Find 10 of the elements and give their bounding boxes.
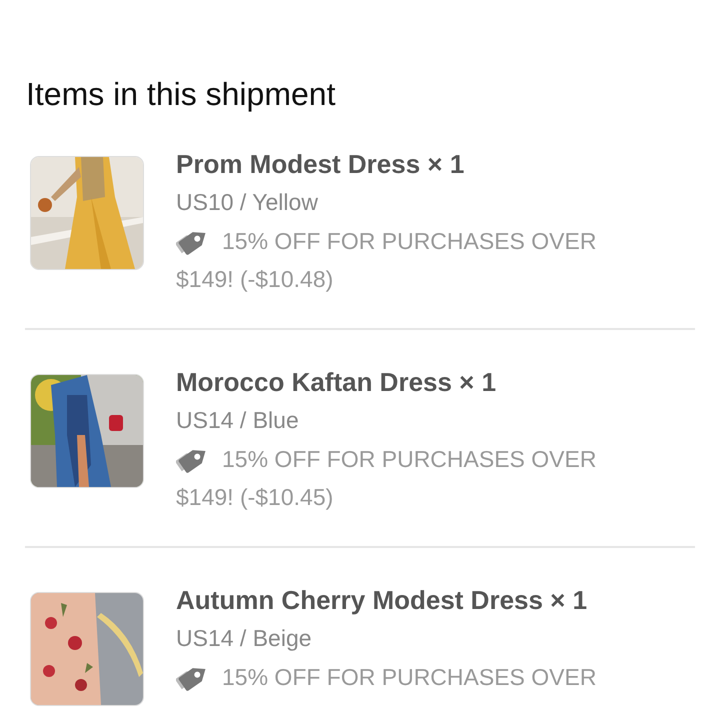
discount-text: 15% OFF FOR PURCHASES OVER [176, 658, 656, 696]
product-variant: US14 / Beige [176, 624, 313, 653]
product-title: Prom Modest Dress × 1 [176, 148, 466, 181]
product-variant: US14 / Blue [176, 406, 300, 435]
product-variant: US10 / Yellow [176, 188, 319, 217]
product-title: Morocco Kaftan Dress × 1 [176, 366, 498, 399]
product-title: Autumn Cherry Modest Dress × 1 [176, 584, 588, 617]
discount-text: 15% OFF FOR PURCHASES OVER $149! (-$10.45) [176, 440, 656, 516]
discount-text: 15% OFF FOR PURCHASES OVER $149! (-$10.48) [176, 222, 656, 298]
section-heading: Items in this shipment [26, 75, 336, 114]
